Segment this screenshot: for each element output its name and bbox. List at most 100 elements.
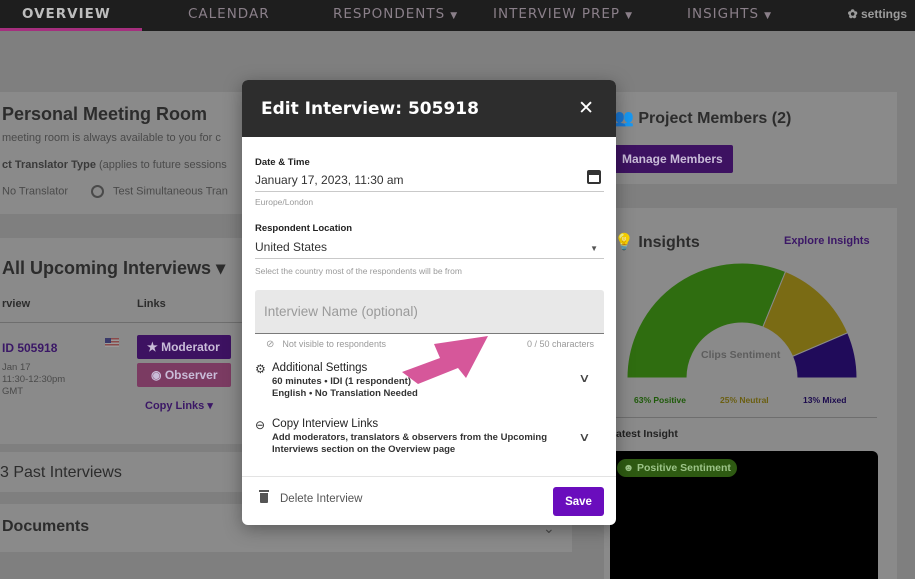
- pmr-text: meeting room is always available to you …: [2, 132, 221, 144]
- sentiment-donut: [626, 262, 858, 379]
- settings-link[interactable]: ✿ settings: [848, 0, 907, 31]
- radio-no-translator-label[interactable]: No Translator: [2, 185, 68, 197]
- additional-settings-line2: English • No Translation Needed: [272, 388, 418, 399]
- chevron-down-icon: ▼: [450, 11, 459, 21]
- past-interviews-title[interactable]: 3 Past Interviews: [0, 464, 122, 482]
- latest-insight-label: atest Insight: [616, 428, 678, 440]
- column-header-links: Links: [137, 298, 166, 310]
- people-icon: 👥: [614, 110, 634, 127]
- date-field-underline: [255, 191, 604, 192]
- tab-interview-prep[interactable]: INTERVIEW PREP ▼: [493, 0, 633, 31]
- interview-timezone: GMT: [2, 386, 24, 397]
- lightbulb-icon: 💡: [614, 234, 634, 251]
- tab-calendar[interactable]: CALENDAR: [188, 0, 270, 31]
- legend-neutral: 25% Neutral: [720, 395, 769, 405]
- location-field-underline: [255, 258, 604, 259]
- upcoming-title-text: All Upcoming Interviews: [2, 258, 212, 278]
- positive-sentiment-label: Positive Sentiment: [636, 462, 731, 474]
- eye-off-icon: ⊘: [266, 339, 275, 350]
- explore-insights-link[interactable]: Explore Insights: [784, 235, 870, 247]
- pmr-title: Personal Meeting Room: [2, 104, 208, 124]
- moderator-label: Moderator: [161, 340, 220, 354]
- tab-insights[interactable]: INSIGHTS ▼: [687, 0, 772, 31]
- chevron-down-icon: ▼: [625, 11, 633, 21]
- clips-sentiment-label: Clips Sentiment: [701, 349, 781, 361]
- tab-calendar-label: CALENDAR: [188, 6, 270, 22]
- modal-header: Edit Interview: 505918 ✕: [242, 80, 616, 137]
- modal-title: Edit Interview: 505918: [261, 99, 479, 119]
- location-hint: Select the country most of the responden…: [255, 266, 462, 276]
- close-icon[interactable]: ✕: [578, 97, 594, 120]
- tab-interview-prep-label: INTERVIEW PREP: [493, 6, 621, 22]
- gear-icon: ⚙: [255, 362, 266, 376]
- divider: [612, 417, 877, 418]
- tab-respondents[interactable]: RESPONDENTS ▼: [333, 0, 458, 31]
- star-icon: ★: [147, 340, 158, 354]
- date-time-field[interactable]: January 17, 2023, 11:30 am: [255, 173, 404, 187]
- tab-overview[interactable]: OVERVIEW: [0, 0, 142, 31]
- location-select[interactable]: United States: [255, 240, 327, 254]
- additional-settings-line1: 60 minutes • IDI (1 respondent): [272, 376, 411, 387]
- settings-label: settings: [860, 7, 907, 21]
- chevron-down-icon[interactable]: ▼: [590, 244, 598, 253]
- chevron-down-icon[interactable]: ∨: [578, 430, 590, 444]
- moderator-button[interactable]: ★ Moderator: [137, 335, 231, 359]
- interview-name-input[interactable]: [255, 290, 604, 333]
- documents-title[interactable]: Documents: [2, 518, 89, 536]
- observer-label: Observer: [164, 368, 218, 382]
- visibility-note: ⊘ Not visible to respondents: [266, 339, 386, 350]
- translator-type-rest: (applies to future sessions: [95, 159, 227, 171]
- insights-title: 💡 Insights: [614, 232, 700, 252]
- tab-insights-label: INSIGHTS: [687, 6, 760, 22]
- insights-title-text: Insights: [638, 234, 700, 251]
- chevron-down-icon: ▾: [216, 258, 226, 278]
- divider: [0, 322, 245, 323]
- edit-interview-modal: Edit Interview: 505918 ✕ Date & Time Jan…: [242, 80, 616, 525]
- additional-settings-title: Additional Settings: [272, 362, 368, 374]
- radio-icon[interactable]: [91, 185, 105, 198]
- legend-positive: 63% Positive: [634, 395, 686, 405]
- delete-interview-button[interactable]: Delete Interview: [259, 490, 363, 505]
- copy-links-line1: Add moderators, translators & observers …: [272, 432, 548, 443]
- delete-interview-label: Delete Interview: [280, 493, 363, 505]
- chevron-down-icon: ▼: [764, 11, 772, 21]
- timezone-text: Europe/London: [255, 197, 314, 207]
- copy-links-section[interactable]: ⊖ Copy Interview Links Add moderators, t…: [255, 418, 604, 458]
- manage-members-button[interactable]: Manage Members: [612, 145, 733, 173]
- top-nav: OVERVIEW CALENDAR RESPONDENTS ▼ INTERVIEW…: [0, 0, 915, 31]
- upcoming-title[interactable]: All Upcoming Interviews ▾: [2, 258, 225, 279]
- radio-test-simultaneous-label[interactable]: Test Simultaneous Tran: [113, 185, 228, 197]
- positive-sentiment-badge: ☻ Positive Sentiment: [617, 459, 737, 477]
- calendar-icon[interactable]: [587, 170, 601, 184]
- tab-respondents-label: RESPONDENTS: [333, 6, 446, 22]
- observer-button[interactable]: ◉ Observer: [137, 363, 231, 387]
- link-icon: ⊖: [255, 418, 266, 432]
- arrow-shape: [402, 336, 488, 384]
- translator-type-bold: ct Translator Type: [2, 159, 96, 171]
- interview-time: 11:30-12:30pm: [2, 374, 66, 385]
- interview-id-link[interactable]: ID 505918: [2, 341, 57, 355]
- trash-icon: [259, 490, 269, 503]
- location-label: Respondent Location: [255, 223, 353, 234]
- annotation-arrow: [402, 336, 488, 384]
- interview-date: Jan 17: [2, 362, 31, 373]
- copy-links-label: Copy Links: [145, 400, 205, 412]
- project-members-title: 👥 Project Members (2): [614, 108, 791, 128]
- chevron-down-icon: ▾: [207, 400, 213, 412]
- project-members-title-text: Project Members (2): [638, 110, 792, 127]
- footer-divider: [242, 476, 616, 477]
- eye-icon: ◉: [151, 368, 162, 382]
- copy-links-button[interactable]: Copy Links ▾: [145, 399, 213, 412]
- us-flag-icon: [105, 338, 119, 347]
- smile-icon: ☻: [623, 462, 635, 474]
- save-button[interactable]: Save: [553, 487, 604, 516]
- column-header-interview: rview: [2, 298, 31, 310]
- not-visible-text: Not visible to respondents: [282, 339, 386, 349]
- chevron-down-icon[interactable]: ∨: [578, 371, 590, 385]
- date-time-label: Date & Time: [255, 157, 310, 168]
- copy-links-line2: Interviews section on the Overview page: [272, 444, 456, 455]
- translator-radios: No Translator Test Simultaneous Tran: [2, 185, 228, 198]
- gear-icon: ✿: [847, 7, 858, 21]
- tab-overview-label: OVERVIEW: [22, 6, 111, 22]
- legend-mixed: 13% Mixed: [803, 395, 847, 405]
